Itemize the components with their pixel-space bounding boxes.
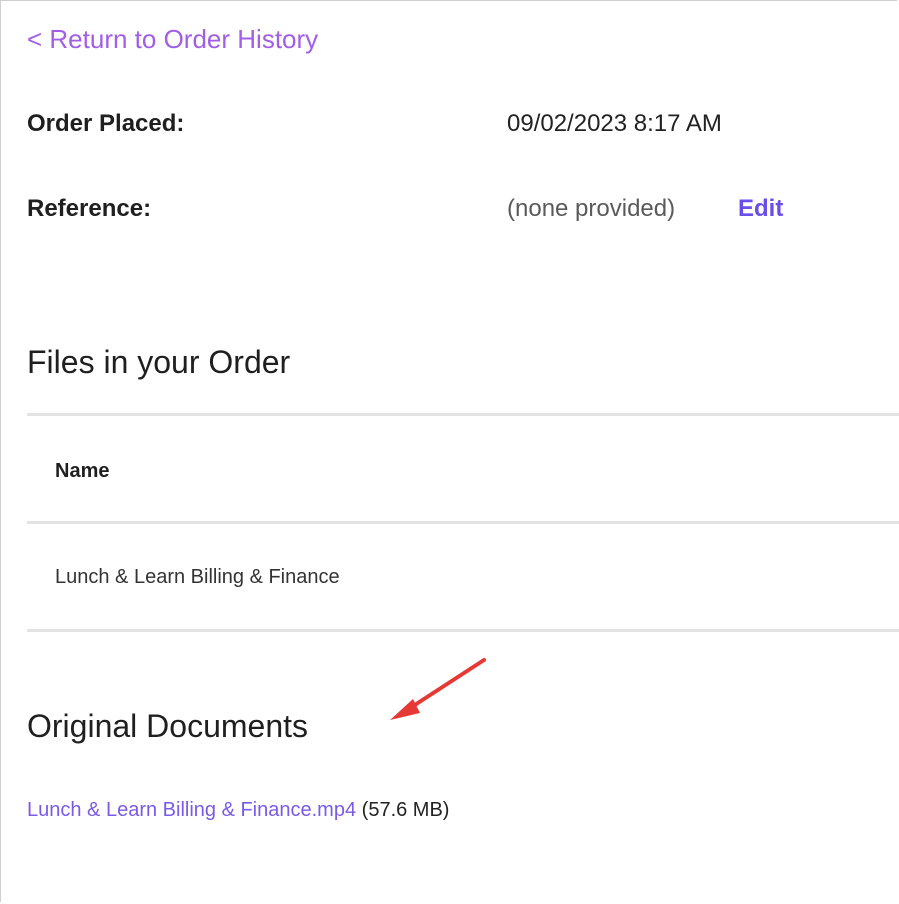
files-table-bottom-divider — [27, 629, 899, 632]
files-table-header-divider — [27, 521, 899, 524]
edit-reference-link[interactable]: Edit — [738, 195, 783, 223]
original-documents-title: Original Documents — [27, 708, 308, 744]
annotation-arrow-icon — [390, 658, 486, 720]
order-placed-label: Order Placed: — [27, 110, 185, 137]
reference-label: Reference: — [27, 195, 152, 222]
files-section-title: Files in your Order — [27, 344, 291, 380]
file-name-cell: Lunch & Learn Billing & Finance — [55, 566, 340, 588]
original-document-link[interactable]: Lunch & Learn Billing & Finance.mp4 — [27, 799, 356, 821]
files-table-top-divider — [27, 413, 899, 416]
reference-value: (none provided) — [507, 195, 676, 222]
order-placed-value: 09/02/2023 8:17 AM — [507, 110, 722, 137]
original-document-size: (57.6 MB) — [361, 799, 450, 821]
original-document-item: Lunch & Learn Billing & Finance.mp4 (57.… — [27, 799, 449, 822]
return-to-order-history-link[interactable]: < Return to Order History — [27, 24, 318, 55]
name-column-header: Name — [55, 460, 110, 482]
